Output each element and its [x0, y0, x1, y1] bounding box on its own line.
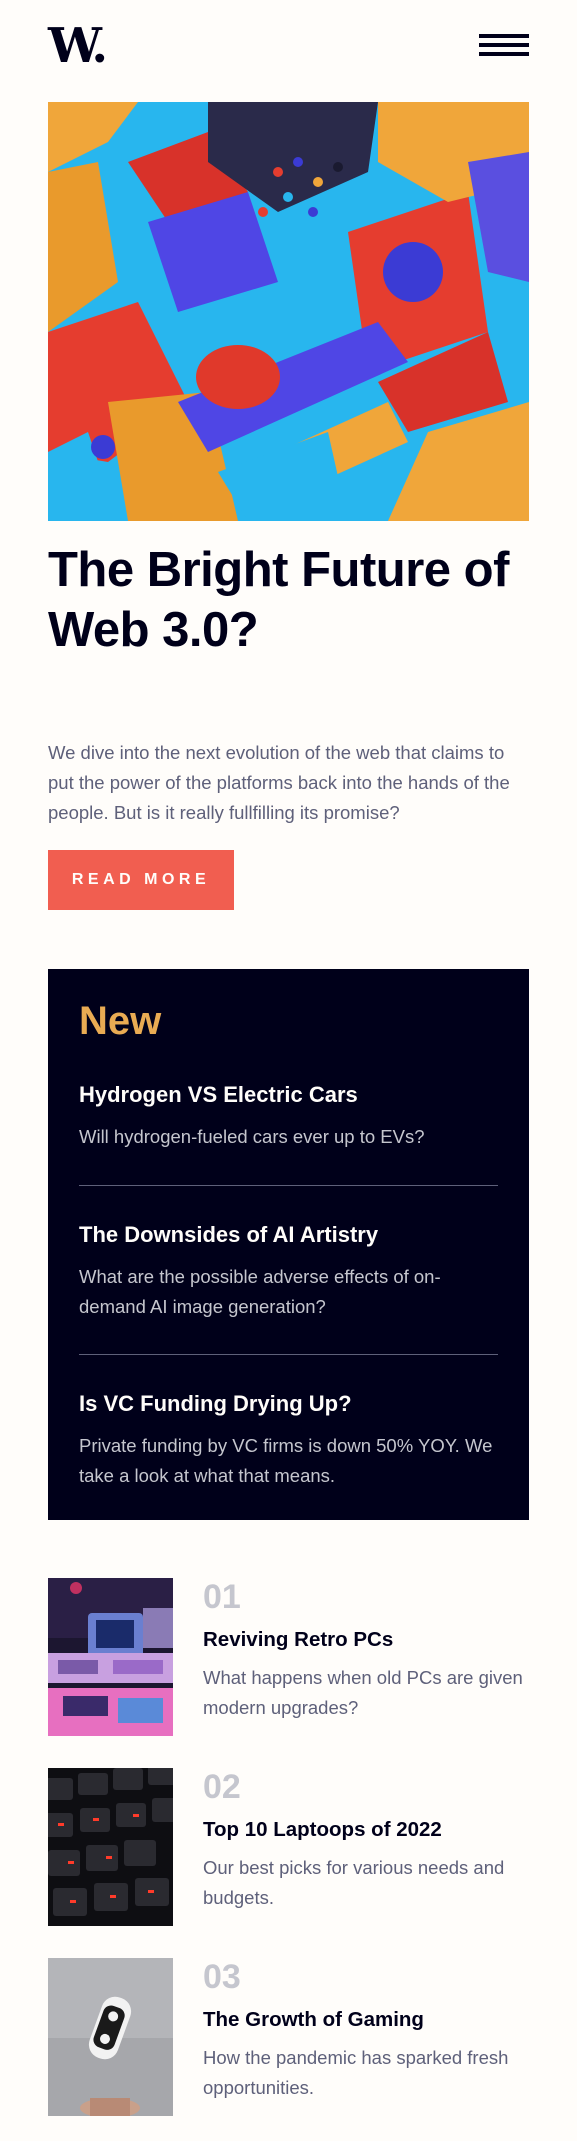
new-item-description: Will hydrogen-fueled cars ever up to EVs…	[79, 1126, 425, 1147]
keyboard-image	[48, 1768, 173, 1926]
menu-bar	[479, 34, 529, 38]
new-item-description: What are the possible adverse effects of…	[79, 1266, 441, 1317]
article-number: 01	[203, 1578, 241, 1616]
new-item-title[interactable]: Hydrogen VS Electric Cars	[79, 1081, 498, 1109]
read-more-button[interactable]: READ MORE	[48, 850, 234, 910]
new-item: The Downsides of AI Artistry What are th…	[79, 1221, 498, 1322]
list-item: 02 Top 10 Laptoops of 2022 Our best pick…	[48, 1768, 529, 1926]
site-logo[interactable]: W.	[48, 22, 108, 70]
article-thumbnail[interactable]	[48, 1768, 173, 1926]
article-thumbnail[interactable]	[48, 1958, 173, 2116]
article-description: What happens when old PCs are given mode…	[203, 1667, 523, 1718]
article-title[interactable]: Top 10 Laptoops of 2022	[203, 1816, 442, 1844]
article-number: 02	[203, 1768, 241, 1806]
divider	[79, 1185, 498, 1186]
gamepad-image	[48, 1958, 173, 2116]
new-item: Hydrogen VS Electric Cars Will hydrogen-…	[79, 1081, 498, 1152]
hero-image	[48, 102, 529, 521]
hero-title: The Bright Future of Web 3.0?	[48, 543, 509, 657]
article-thumbnail[interactable]	[48, 1578, 173, 1736]
new-item-description: Private funding by VC firms is down 50% …	[79, 1435, 493, 1486]
new-articles-panel: New Hydrogen VS Electric Cars Will hydro…	[48, 969, 529, 1520]
new-item: Is VC Funding Drying Up? Private funding…	[79, 1390, 498, 1491]
site-header: W.	[48, 0, 529, 100]
article-description: Our best picks for various needs and bud…	[203, 1857, 505, 1908]
article-title[interactable]: The Growth of Gaming	[203, 2006, 424, 2034]
hero-description: We dive into the next evolution of the w…	[48, 742, 510, 823]
menu-bar	[479, 43, 529, 47]
new-heading: New	[79, 999, 162, 1043]
menu-bar	[479, 52, 529, 56]
article-description: How the pandemic has sparked fresh oppor…	[203, 2047, 509, 2098]
retro-pcs-image	[48, 1578, 173, 1736]
list-item: 03 The Growth of Gaming How the pandemic…	[48, 1958, 529, 2116]
new-item-title[interactable]: Is VC Funding Drying Up?	[79, 1390, 498, 1418]
article-title[interactable]: Reviving Retro PCs	[203, 1626, 393, 1654]
article-number: 03	[203, 1958, 241, 1996]
divider	[79, 1354, 498, 1355]
new-item-title[interactable]: The Downsides of AI Artistry	[79, 1221, 498, 1249]
list-item: 01 Reviving Retro PCs What happens when …	[48, 1578, 529, 1736]
hamburger-menu-icon[interactable]	[479, 34, 529, 56]
abstract-3d-shapes-image	[48, 102, 529, 521]
